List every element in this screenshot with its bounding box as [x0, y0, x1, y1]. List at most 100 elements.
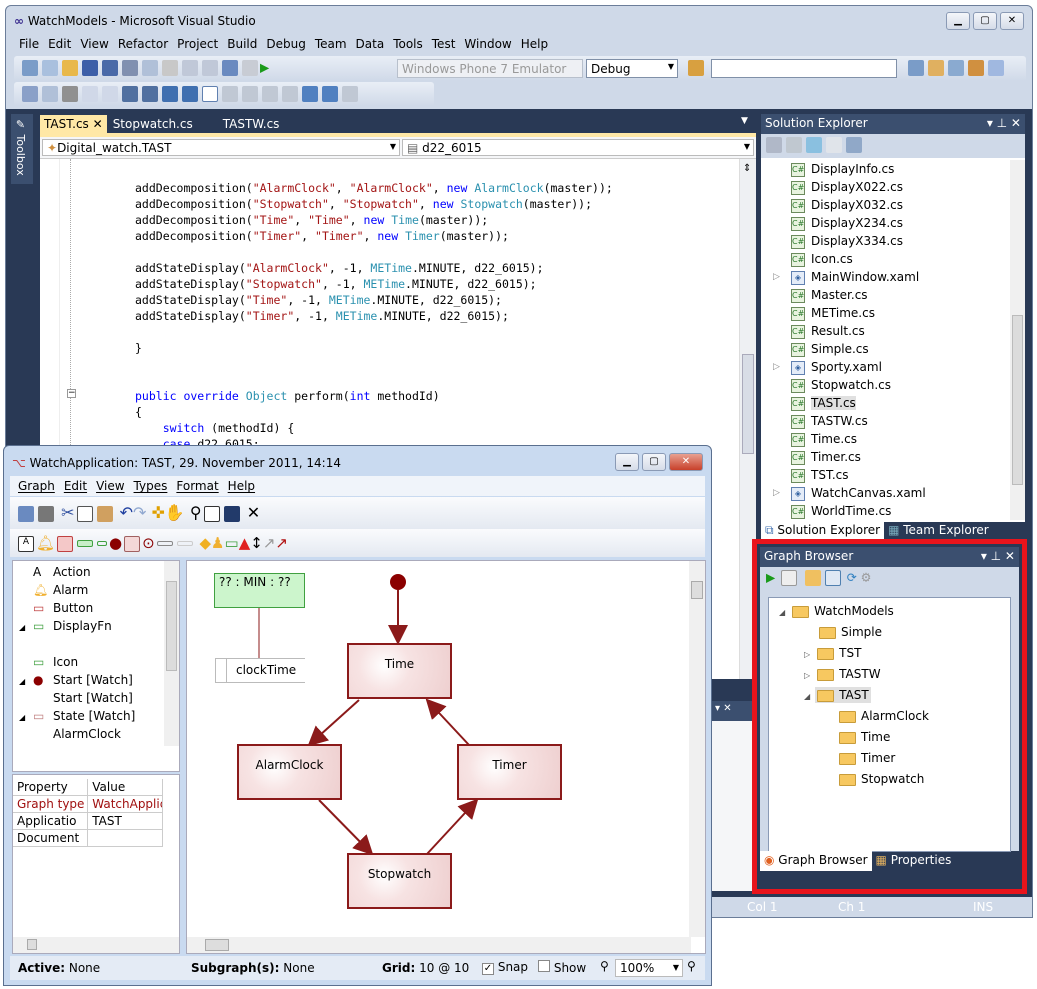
- type-item[interactable]: ◢ ▭ DisplayFn: [19, 617, 179, 635]
- alarm-red-icon[interactable]: ▲: [239, 534, 251, 552]
- properties-icon[interactable]: [766, 137, 782, 153]
- start-node[interactable]: [390, 574, 406, 590]
- menu-edit[interactable]: Edit: [48, 37, 71, 51]
- new-graph-icon[interactable]: [18, 505, 34, 522]
- property-row[interactable]: Applicatio TAST: [13, 812, 163, 830]
- menu-window[interactable]: Window: [464, 37, 511, 51]
- new-project-icon[interactable]: [22, 60, 38, 76]
- parameter-info-icon[interactable]: [42, 86, 58, 102]
- scroll-thumb[interactable]: [166, 581, 177, 671]
- expand-icon[interactable]: ▷: [773, 358, 780, 376]
- solution-item[interactable]: C# Timer.cs: [791, 448, 926, 466]
- solution-item[interactable]: C# DisplayX334.cs: [791, 232, 926, 250]
- arrow-gray-icon[interactable]: ↗: [263, 534, 276, 552]
- undo-icon[interactable]: ↶: [120, 503, 133, 522]
- comment-shape-icon[interactable]: ▭: [225, 534, 239, 552]
- solution-item[interactable]: ▷ ◈ WatchCanvas.xaml: [773, 484, 926, 502]
- paste-icon[interactable]: [162, 60, 178, 76]
- menu-refactor[interactable]: Refactor: [118, 37, 168, 51]
- panel-options-icon[interactable]: ▾ ⊥ ✕: [987, 116, 1021, 130]
- graph-tree-item[interactable]: Simple: [779, 622, 1010, 643]
- collapse-arrow-icon[interactable]: ◢: [779, 608, 785, 617]
- cut-icon[interactable]: ✂: [61, 503, 74, 522]
- expand-icon[interactable]: ▷: [773, 484, 780, 502]
- print-icon[interactable]: [38, 505, 54, 522]
- vertical-arrow-icon[interactable]: ↕: [250, 534, 263, 552]
- panel-options-icon[interactable]: ▾ ⊥ ✕: [981, 549, 1015, 563]
- alarm-event-icon[interactable]: ♟: [211, 534, 224, 552]
- copy-icon[interactable]: [76, 505, 93, 522]
- redo-icon[interactable]: ↷: [133, 503, 146, 522]
- graph-tree-item[interactable]: Stopwatch: [779, 769, 1010, 790]
- solution-item[interactable]: C# Result.cs: [791, 322, 926, 340]
- type-item[interactable]: ▭ Button: [19, 599, 179, 617]
- start-debug-icon[interactable]: ▶: [260, 61, 269, 75]
- zoom-icon[interactable]: ⚲: [190, 503, 202, 522]
- arrow-red-icon[interactable]: ↗: [275, 534, 288, 552]
- prev-doc-bookmark-icon[interactable]: [302, 86, 318, 102]
- wa-menu-edit[interactable]: Edit: [64, 479, 87, 493]
- solution-scrollbar[interactable]: [1010, 160, 1025, 520]
- state-node-stopwatch[interactable]: Stopwatch: [347, 853, 452, 909]
- add-item-icon[interactable]: [42, 60, 58, 76]
- solution-item[interactable]: C# Simple.cs: [791, 340, 926, 358]
- cut-icon[interactable]: [122, 60, 138, 76]
- type-item[interactable]: [19, 635, 179, 653]
- zoom-out-icon[interactable]: ⚲: [600, 959, 609, 973]
- navigate-forward-icon[interactable]: [242, 60, 258, 76]
- save-icon[interactable]: [82, 60, 98, 76]
- type-item[interactable]: Start [Watch]: [19, 689, 179, 707]
- run-file-icon[interactable]: [781, 570, 798, 586]
- configuration-dropdown[interactable]: Debug ▼: [586, 59, 678, 78]
- delete-icon[interactable]: ✕: [247, 503, 260, 522]
- graph-tree-item[interactable]: Time: [779, 727, 1010, 748]
- menu-view[interactable]: View: [80, 37, 108, 51]
- uncomment-icon[interactable]: [182, 86, 198, 102]
- solution-item[interactable]: ▷ ◈ Sporty.xaml: [773, 358, 926, 376]
- indent-icon[interactable]: [142, 86, 158, 102]
- fit-icon[interactable]: [223, 505, 240, 522]
- expand-arrow-icon[interactable]: ▷: [804, 650, 810, 659]
- target-device-dropdown[interactable]: Windows Phone 7 Emulator: [397, 59, 583, 78]
- solution-item[interactable]: C# Time.cs: [791, 430, 926, 448]
- tab-properties[interactable]: ▦ Properties: [872, 851, 956, 871]
- menu-debug[interactable]: Debug: [266, 37, 305, 51]
- canvas-vscrollbar[interactable]: [689, 561, 705, 937]
- maximize-button[interactable]: ▢: [973, 12, 997, 30]
- menu-tools[interactable]: Tools: [393, 37, 423, 51]
- solution-item[interactable]: C# TAST.cs: [791, 394, 926, 412]
- state-node-time[interactable]: Time: [347, 643, 452, 699]
- word-complete-icon[interactable]: [82, 86, 98, 102]
- edge-stopwatch-timer[interactable]: [426, 798, 479, 855]
- next-bookmark-folder-icon[interactable]: [282, 86, 298, 102]
- save-all-icon[interactable]: [102, 60, 118, 76]
- run-icon[interactable]: ▶: [766, 571, 775, 585]
- graph-tree-item[interactable]: ◢ WatchModels: [779, 601, 1010, 622]
- tab-list-icon[interactable]: ▼: [741, 116, 748, 126]
- minimize-button[interactable]: ▁: [946, 12, 970, 30]
- bar-shape-icon[interactable]: [156, 541, 173, 546]
- collapse-arrow-icon[interactable]: ◢: [804, 692, 810, 701]
- redo-icon[interactable]: [202, 60, 218, 76]
- graph-tree-item[interactable]: Timer: [779, 748, 1010, 769]
- expand-arrow-icon[interactable]: ▷: [804, 671, 810, 680]
- navigate-icon[interactable]: [222, 60, 238, 76]
- zoom-dropdown[interactable]: 100% ▼: [615, 959, 683, 977]
- graph-tree-item[interactable]: AlarmClock: [779, 706, 1010, 727]
- prev-bookmark-icon[interactable]: [222, 86, 238, 102]
- members-icon[interactable]: [22, 86, 38, 102]
- graph-tree-item[interactable]: ◢ TAST: [779, 685, 1010, 706]
- expand-icon[interactable]: ▷: [773, 268, 780, 286]
- undo-icon[interactable]: [182, 60, 198, 76]
- copy-icon[interactable]: [142, 60, 158, 76]
- display-node[interactable]: ?? : MIN : ??: [214, 573, 305, 608]
- solution-item[interactable]: C# METime.cs: [791, 304, 926, 322]
- scroll-thumb[interactable]: [205, 939, 229, 951]
- toolbox-tab[interactable]: ✎ Toolbox: [11, 114, 33, 184]
- type-item[interactable]: ◢ ▭ State [Watch]: [19, 707, 179, 725]
- graph-canvas[interactable]: ?? : MIN : ?? clockTime Time AlarmClock …: [186, 560, 706, 954]
- solution-item[interactable]: C# Stopwatch.cs: [791, 376, 926, 394]
- view-code-icon[interactable]: [826, 137, 842, 153]
- find-icon[interactable]: [688, 60, 704, 76]
- solution-explorer-icon[interactable]: [908, 60, 924, 76]
